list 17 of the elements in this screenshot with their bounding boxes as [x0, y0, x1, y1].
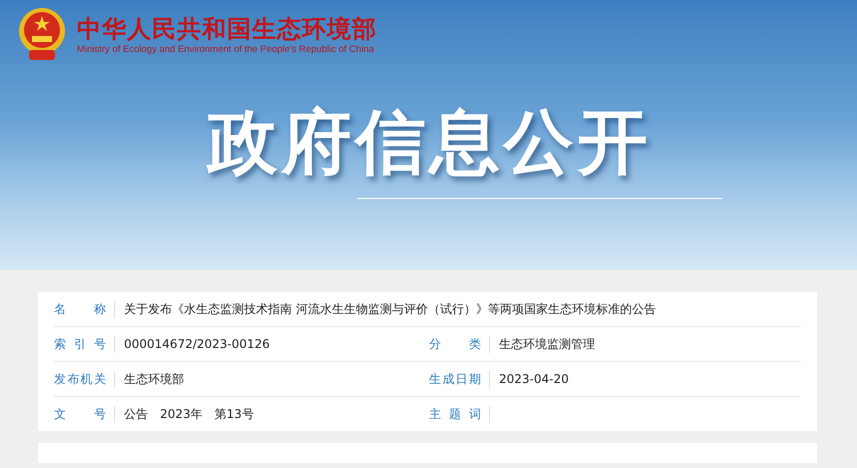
field-value: 生态环境监测管理: [499, 336, 595, 352]
field-value: 公告 2023年 第13号: [124, 406, 254, 422]
field-label: 主 题 词: [429, 406, 490, 422]
ministry-title: 中华人民共和国生态环境部: [77, 14, 377, 44]
field-value: 000014672/2023-00126: [124, 337, 270, 351]
field-label: 分 类: [429, 336, 490, 352]
national-emblem-icon: [17, 6, 67, 62]
field-label: 文 号: [54, 406, 115, 422]
field-label: 生成日期: [429, 370, 490, 388]
field-label: 发布机关: [54, 370, 115, 388]
field-label: 索 引 号: [54, 336, 115, 352]
field-value: 关于发布《水生态监测技术指南 河流水生生物监测与评价（试行）》等两项国家生态环境标准的公告: [124, 300, 656, 318]
field-label: 名 称: [54, 300, 115, 318]
ministry-english-title: Ministry of Ecology and Environment of the People's Republic of China: [77, 44, 376, 54]
banner-title: 政府信息公开: [205, 100, 652, 184]
field-value: 2023-04-20: [499, 372, 569, 386]
field-value: 生态环境部: [124, 370, 184, 388]
